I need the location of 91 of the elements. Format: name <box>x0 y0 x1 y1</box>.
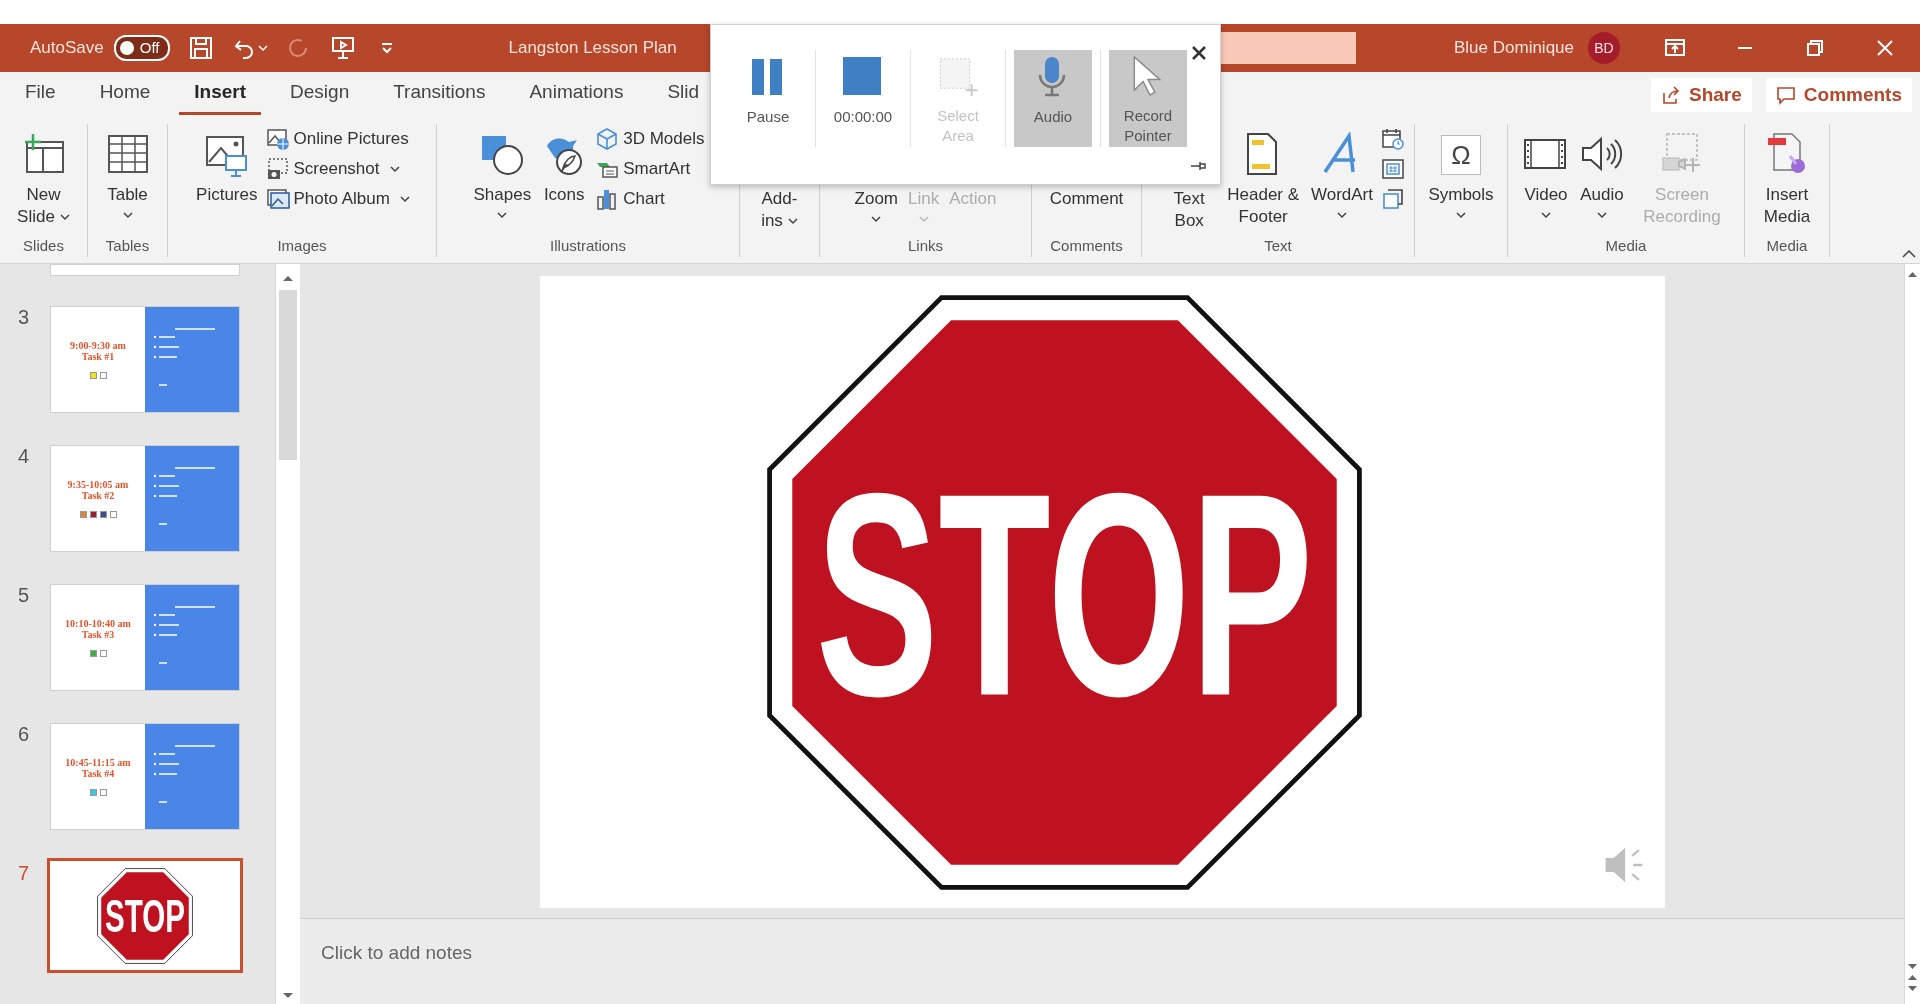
slide-number: 5 <box>17 584 31 608</box>
ribbon-tab[interactable]: Design <box>275 75 365 115</box>
search-field[interactable] <box>1220 32 1356 64</box>
stop-sign-drawing: STOP <box>765 294 1363 891</box>
slide-thumbnail[interactable]: 9:00-9:30 am Task #1 <box>50 306 240 413</box>
new-slide-button[interactable]: New Slide <box>6 124 81 230</box>
pointer-button[interactable]: Record Pointer <box>1109 50 1187 147</box>
slide-title: 9:00-9:30 am <box>70 340 126 351</box>
group-label: Slides <box>22 236 65 256</box>
slide-title: 10:10-10:40 am <box>65 618 131 629</box>
minimize-icon <box>1737 46 1753 50</box>
close-icon <box>1190 43 1208 62</box>
pause-button[interactable]: Pause <box>729 50 807 147</box>
text-box-button[interactable]: Text Box <box>1158 186 1221 234</box>
document-title: Langston Lesson Plan <box>508 37 677 60</box>
table-button[interactable]: Table <box>99 124 156 221</box>
group-label: Links <box>907 236 944 256</box>
stop-button[interactable]: 00:00:00 <box>824 50 902 147</box>
add-ins-button[interactable]: Add-ins <box>746 186 813 234</box>
presentation-icon <box>330 35 357 61</box>
save-button[interactable] <box>188 35 215 61</box>
video-button[interactable]: Video <box>1518 124 1574 221</box>
picture-globe-icon <box>265 127 290 151</box>
slide-title: Task #4 <box>81 768 115 779</box>
slide-number: 6 <box>17 723 31 747</box>
group-label: Tables <box>104 236 151 256</box>
object-icon <box>1381 187 1405 211</box>
symbols-button[interactable]: Ω Symbols <box>1423 124 1499 221</box>
caret-icon <box>258 44 269 52</box>
ribbon-tab[interactable]: Animations <box>514 75 639 115</box>
3d-models-button[interactable]: 3D Models <box>592 126 708 152</box>
zoom-button[interactable]: Zoom <box>849 186 903 225</box>
collapse-ribbon-icon[interactable] <box>1902 249 1916 259</box>
slide-thumbnail[interactable]: STOP <box>47 858 243 973</box>
photo-album-icon <box>265 187 290 211</box>
slide-thumbnail[interactable]: 10:10-10:40 am Task #3 <box>50 584 240 691</box>
slide-title: 10:45-11:15 am <box>65 757 131 768</box>
comments-button[interactable]: Comments <box>1765 78 1912 112</box>
share-button[interactable]: Share <box>1651 78 1752 112</box>
slide-title: Task #3 <box>81 629 115 640</box>
autosave-toggle[interactable]: Off <box>113 35 171 61</box>
smartart-button[interactable]: SmartArt <box>592 156 708 182</box>
shapes-button[interactable]: Shapes <box>468 124 537 221</box>
comment-button[interactable]: Comment <box>1044 186 1129 212</box>
slide-thumbnail[interactable]: 10:45-11:15 am Task #4 <box>50 723 240 830</box>
group-label: Text <box>1263 236 1293 256</box>
chart-button[interactable]: Chart <box>592 186 708 212</box>
slide-title: Task #1 <box>81 351 115 362</box>
notes-placeholder[interactable]: Click to add notes <box>321 942 473 963</box>
ribbon-tab[interactable]: Transitions <box>378 75 501 115</box>
ribbon-tab[interactable]: Insert <box>179 75 262 115</box>
stop-sign-drawing: STOP <box>97 867 193 964</box>
slide-thumbnail[interactable] <box>50 264 240 276</box>
group-label: Media <box>1604 236 1648 256</box>
group-label: Comments <box>1049 236 1124 256</box>
icons-button[interactable]: Icons <box>536 124 593 208</box>
camera-icon <box>265 157 290 181</box>
group-label: Images <box>276 236 328 256</box>
ribbon-tab[interactable]: File <box>10 75 71 115</box>
slide-thumbnail[interactable]: 9:35-10:05 am Task #2 <box>50 445 240 552</box>
ribbon-tab[interactable]: Slid <box>652 75 715 115</box>
audio-button[interactable]: Audio <box>1574 124 1630 221</box>
header-footer-button[interactable]: Header & Footer <box>1220 124 1306 230</box>
wordart-button[interactable]: WordArt <box>1305 124 1378 221</box>
scrollbar-thumb[interactable] <box>279 289 297 460</box>
online-pictures-button[interactable]: Online Pictures <box>262 126 413 152</box>
autosave-label: AutoSave <box>30 37 104 60</box>
calendar-clock-icon <box>1381 127 1405 151</box>
slide-title: Task #2 <box>81 490 115 501</box>
slide-number: 7 <box>17 862 31 886</box>
omega-symbol-icon: Ω <box>1441 135 1481 175</box>
screenshot-button[interactable]: Screenshot <box>262 156 413 182</box>
user-name: Blue Dominique <box>1454 37 1574 60</box>
user-avatar[interactable]: BD <box>1588 32 1620 64</box>
slide-number: 4 <box>17 445 31 469</box>
slide-number-icon <box>1381 157 1405 181</box>
microphone-button[interactable]: Audio <box>1014 50 1092 147</box>
group-label: Media <box>1765 236 1809 256</box>
group-label: Illustrations <box>549 236 627 256</box>
pictures-button[interactable]: Pictures <box>191 124 263 208</box>
ribbon-tab[interactable]: Home <box>84 75 166 115</box>
pin-icon[interactable] <box>1190 160 1206 172</box>
photo-album-button[interactable]: Photo Album <box>262 186 413 212</box>
cube-icon <box>595 127 620 151</box>
save-icon <box>188 35 215 61</box>
presentation-button[interactable] <box>330 35 357 61</box>
comment-icon <box>1775 85 1796 105</box>
slide-number: 3 <box>17 306 31 330</box>
share-icon <box>1661 85 1681 105</box>
insert-media-button[interactable]: Insert Media <box>1751 124 1823 230</box>
slide-title: 9:35-10:05 am <box>67 479 129 490</box>
